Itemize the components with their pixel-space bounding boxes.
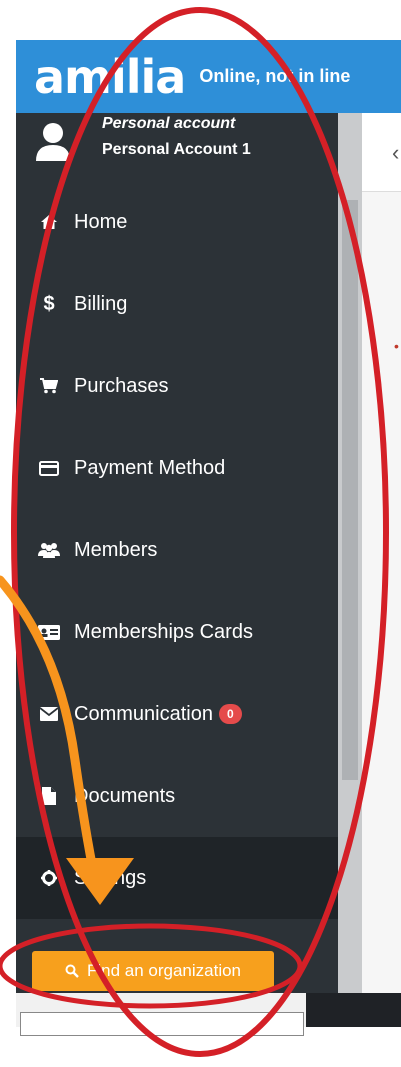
find-organization-label: Find an organization — [86, 961, 242, 980]
sidebar-item-home[interactable]: Home — [16, 181, 338, 263]
app-header: amilia Online, not in line — [16, 40, 401, 113]
sidebar-item-label: Memberships Cards — [74, 620, 253, 643]
amilia-logo[interactable]: amilia — [34, 50, 186, 104]
sidebar-item-communication[interactable]: Communication 0 — [16, 673, 338, 755]
tagline: Online, not in line — [199, 66, 351, 86]
home-icon — [38, 215, 60, 229]
main-content-area — [362, 113, 401, 993]
scrollbar-thumb[interactable] — [342, 200, 358, 780]
account-type-label: Personal account — [102, 115, 236, 132]
sidebar-item-label: Communication — [74, 702, 213, 725]
sidebar-item-billing[interactable]: $ Billing — [16, 263, 338, 345]
sidebar-item-purchases[interactable]: Purchases — [16, 345, 338, 427]
sidebar-item-documents[interactable]: Documents — [16, 755, 338, 837]
sidebar-item-payment-method[interactable]: Payment Method — [16, 427, 338, 509]
back-icon[interactable]: ‹ — [392, 140, 399, 166]
users-icon — [38, 542, 60, 558]
sidebar-item-memberships-cards[interactable]: Memberships Cards — [16, 591, 338, 673]
envelope-icon — [38, 707, 60, 721]
screenshot: amilia Online, not in line Personal acco… — [0, 0, 401, 1067]
sidebar-item-settings[interactable]: Settings — [16, 837, 338, 919]
sidebar-menu: Home $ Billing Purchases Payment Method — [16, 181, 338, 919]
account-switcher[interactable]: Personal account Personal Account 1 — [16, 113, 338, 185]
sidebar: Personal account Personal Account 1 Home… — [16, 113, 338, 993]
sidebar-item-label: Payment Method — [74, 456, 226, 479]
user-icon — [36, 123, 70, 161]
cart-icon — [38, 378, 60, 394]
status-url-box — [20, 1012, 304, 1036]
find-organization-button[interactable]: Find an organization — [32, 951, 274, 991]
file-icon — [38, 787, 60, 805]
sidebar-item-members[interactable]: Members — [16, 509, 338, 591]
credit-card-icon — [38, 460, 60, 476]
content-fragment-icon: • — [394, 338, 399, 354]
dollar-icon: $ — [43, 292, 55, 315]
search-icon — [65, 964, 79, 978]
id-card-icon — [38, 624, 60, 640]
notification-badge: 0 — [218, 704, 242, 724]
gear-icon — [38, 870, 60, 886]
sidebar-item-label: Purchases — [74, 374, 169, 397]
taskbar-fragment — [306, 993, 401, 1027]
sidebar-item-label: Members — [74, 538, 158, 561]
account-name: Personal Account 1 — [102, 141, 251, 158]
sidebar-item-label: Settings — [74, 866, 147, 889]
sidebar-item-label: Documents — [74, 784, 176, 807]
sidebar-item-label: Home — [74, 210, 128, 233]
sidebar-item-label: Billing — [74, 292, 128, 315]
